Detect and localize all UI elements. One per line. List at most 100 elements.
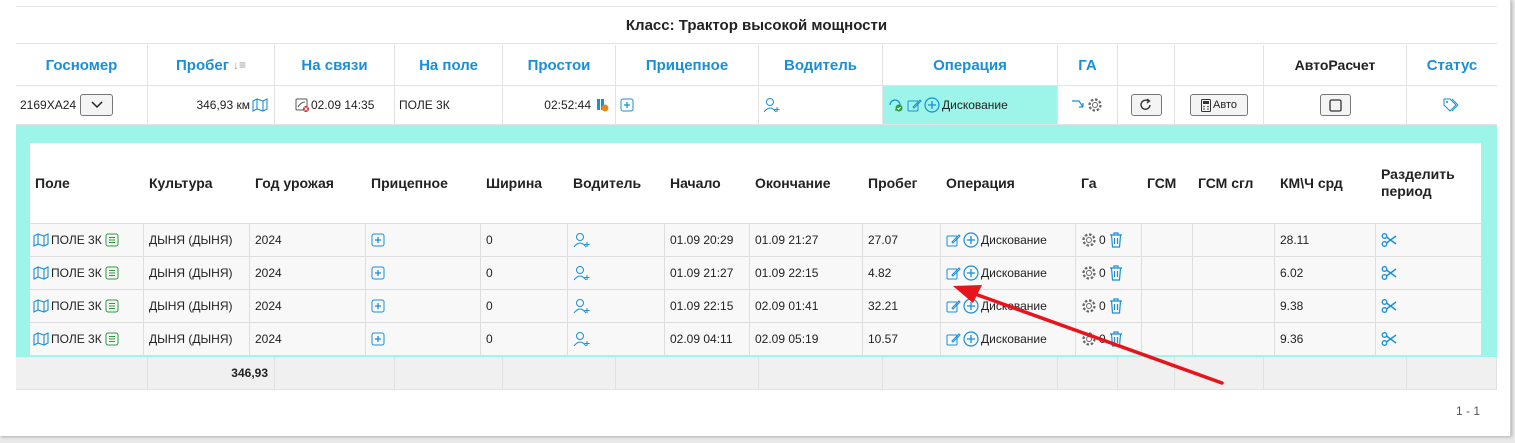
col-gosnomer[interactable]: Госномер [16, 45, 148, 85]
sub-col-kultura: Культура [149, 174, 213, 191]
add-operation-icon[interactable] [963, 265, 979, 281]
sub-col-god: Год урожая [255, 174, 334, 191]
col-ga[interactable]: ГА [1058, 45, 1118, 85]
map-icon[interactable] [33, 332, 49, 346]
map-icon[interactable] [33, 266, 49, 280]
scissors-icon[interactable] [1381, 331, 1397, 347]
cell-probeg: 10.57 [863, 323, 941, 355]
totals-empty-12 [1407, 357, 1497, 389]
cell-razdelit [1376, 224, 1476, 256]
sub-col-ga: Га [1081, 174, 1097, 191]
add-driver-icon[interactable] [763, 97, 781, 113]
pagination-info: 1 - 1 [1455, 404, 1480, 418]
trash-icon[interactable] [1109, 331, 1123, 347]
map-icon[interactable] [33, 299, 49, 313]
cell-gsm [1142, 323, 1193, 355]
gear-icon[interactable] [1081, 265, 1097, 281]
col-pritsepnoe[interactable]: Прицепное [616, 45, 759, 85]
tags-icon[interactable] [1443, 98, 1459, 112]
scissors-icon[interactable] [1381, 298, 1397, 314]
autoraschet-checkbox-button[interactable] [1319, 94, 1351, 116]
sub-col-probeg: Пробег [868, 174, 918, 191]
col-probeg[interactable]: Пробег ↓≡ [148, 45, 275, 85]
main-panel: Класс: Трактор высокой мощности Госномер… [0, 0, 1511, 436]
row-operatsiya: Дискование [981, 233, 1047, 247]
periods-header: Поле Культура Год урожая Прицепное Ширин… [30, 143, 1481, 224]
sync-check-icon[interactable] [887, 97, 905, 113]
gear-icon[interactable] [1081, 298, 1097, 314]
list-icon[interactable] [105, 299, 119, 313]
map-icon[interactable] [252, 98, 268, 112]
add-operation-icon[interactable] [963, 232, 979, 248]
cell-pole: ПОЛЕ 3К [30, 323, 144, 355]
add-trailer-icon[interactable] [371, 266, 385, 280]
col-operatsiya[interactable]: Операция [883, 45, 1058, 85]
vehicle-probeg-cell: 346,93 км [148, 86, 275, 124]
add-trailer-icon[interactable] [371, 233, 385, 247]
row-god: 2024 [255, 266, 282, 280]
col-status[interactable]: Статус [1407, 45, 1497, 85]
cell-razdelit [1376, 257, 1476, 289]
edit-icon[interactable] [946, 299, 961, 314]
map-icon[interactable] [33, 233, 49, 247]
cell-razdelit [1376, 290, 1476, 322]
cell-okonchanie: 02.09 01:41 [750, 290, 863, 322]
table-row: ПОЛЕ 3К ДЫНЯ (ДЫНЯ) 2024 0 01.09 20:29 01.09 … [30, 224, 1481, 257]
gear-icon[interactable] [1081, 331, 1097, 347]
arrow-turn-down-icon[interactable] [1071, 99, 1085, 111]
edit-icon[interactable] [946, 332, 961, 347]
row-okonchanie: 02.09 05:19 [755, 332, 819, 346]
add-driver-icon[interactable] [573, 232, 591, 248]
sort-desc-icon[interactable]: ↓≡ [233, 58, 246, 72]
add-driver-icon[interactable] [573, 331, 591, 347]
scissors-icon[interactable] [1381, 265, 1397, 281]
add-trailer-icon[interactable] [620, 98, 634, 112]
edit-icon[interactable] [946, 233, 961, 248]
cell-gsm-sgl [1193, 323, 1275, 355]
add-operation-icon[interactable] [963, 331, 979, 347]
cell-kmch: 28.11 [1275, 224, 1376, 256]
gear-icon[interactable] [1081, 232, 1097, 248]
totals-empty-5 [616, 357, 759, 389]
cell-kultura: ДЫНЯ (ДЫНЯ) [144, 323, 250, 355]
cell-pritsepnoe [366, 323, 481, 355]
vehicle-autoraschet-cell [1264, 86, 1407, 124]
col-na-pole[interactable]: На поле [395, 45, 503, 85]
auto-calc-label: Авто [1213, 99, 1237, 111]
list-icon[interactable] [105, 332, 119, 346]
list-icon[interactable] [105, 233, 119, 247]
row-operatsiya: Дискование [981, 299, 1047, 313]
cell-god: 2024 [250, 290, 366, 322]
trash-icon[interactable] [1109, 298, 1123, 314]
totals-empty-9 [1118, 357, 1175, 389]
add-operation-icon[interactable] [963, 298, 979, 314]
expand-button[interactable] [80, 94, 114, 116]
list-icon[interactable] [105, 266, 119, 280]
add-trailer-icon[interactable] [371, 332, 385, 346]
add-driver-icon[interactable] [573, 265, 591, 281]
refresh-button[interactable] [1130, 94, 1162, 116]
gear-icon[interactable] [1087, 97, 1103, 113]
add-operation-icon[interactable] [924, 97, 940, 113]
vehicle-gosnomer: 2169ХА24 [20, 98, 77, 112]
col-na-svyazi[interactable]: На связи [275, 45, 395, 85]
trash-icon[interactable] [1109, 232, 1123, 248]
edit-icon[interactable] [907, 98, 922, 113]
scissors-icon[interactable] [1381, 232, 1397, 248]
sub-col-okonchanie: Окончание [755, 174, 831, 191]
trash-icon[interactable] [1109, 265, 1123, 281]
add-driver-icon[interactable] [573, 298, 591, 314]
col-prostoi[interactable]: Простои [503, 45, 616, 85]
col-voditel[interactable]: Водитель [759, 45, 883, 85]
row-god: 2024 [255, 233, 282, 247]
vehicle-svyaz-cell: 02.09 14:35 [275, 86, 395, 124]
auto-calc-button[interactable]: Авто [1190, 94, 1248, 116]
totals-empty-7 [883, 357, 1058, 389]
add-trailer-icon[interactable] [371, 299, 385, 313]
row-operatsiya: Дискование [981, 266, 1047, 280]
parking-warning-icon[interactable] [595, 98, 609, 112]
row-god: 2024 [255, 332, 282, 346]
edit-icon[interactable] [946, 266, 961, 281]
cell-kultura: ДЫНЯ (ДЫНЯ) [144, 290, 250, 322]
row-god: 2024 [255, 299, 282, 313]
